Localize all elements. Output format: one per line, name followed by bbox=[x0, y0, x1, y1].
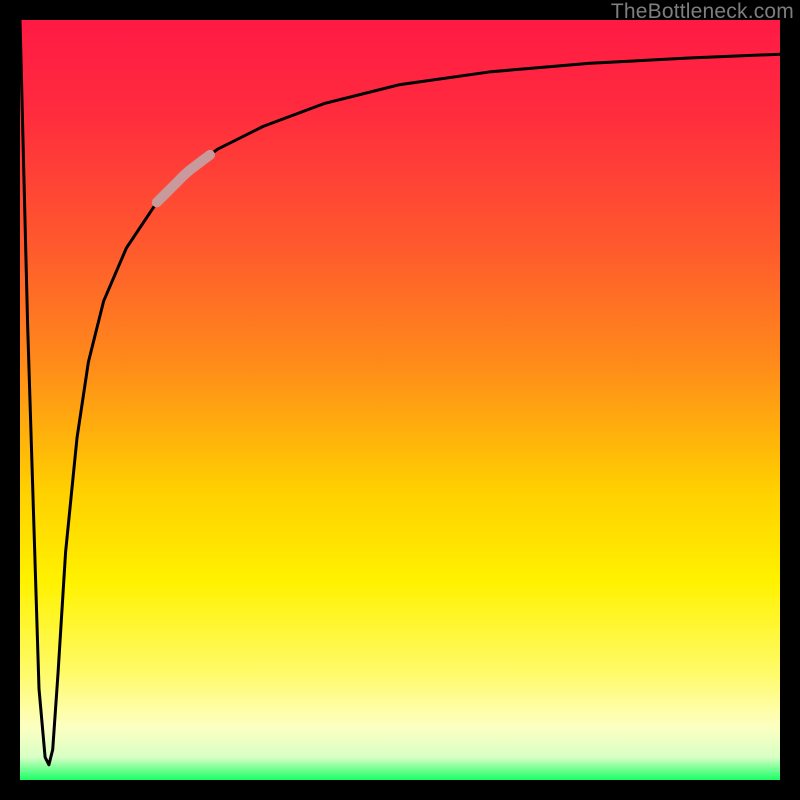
curve-svg bbox=[20, 20, 780, 780]
plot-area bbox=[20, 20, 780, 780]
chart-frame: TheBottleneck.com bbox=[0, 0, 800, 800]
bottleneck-curve bbox=[20, 20, 780, 765]
curve-highlight bbox=[157, 155, 210, 203]
